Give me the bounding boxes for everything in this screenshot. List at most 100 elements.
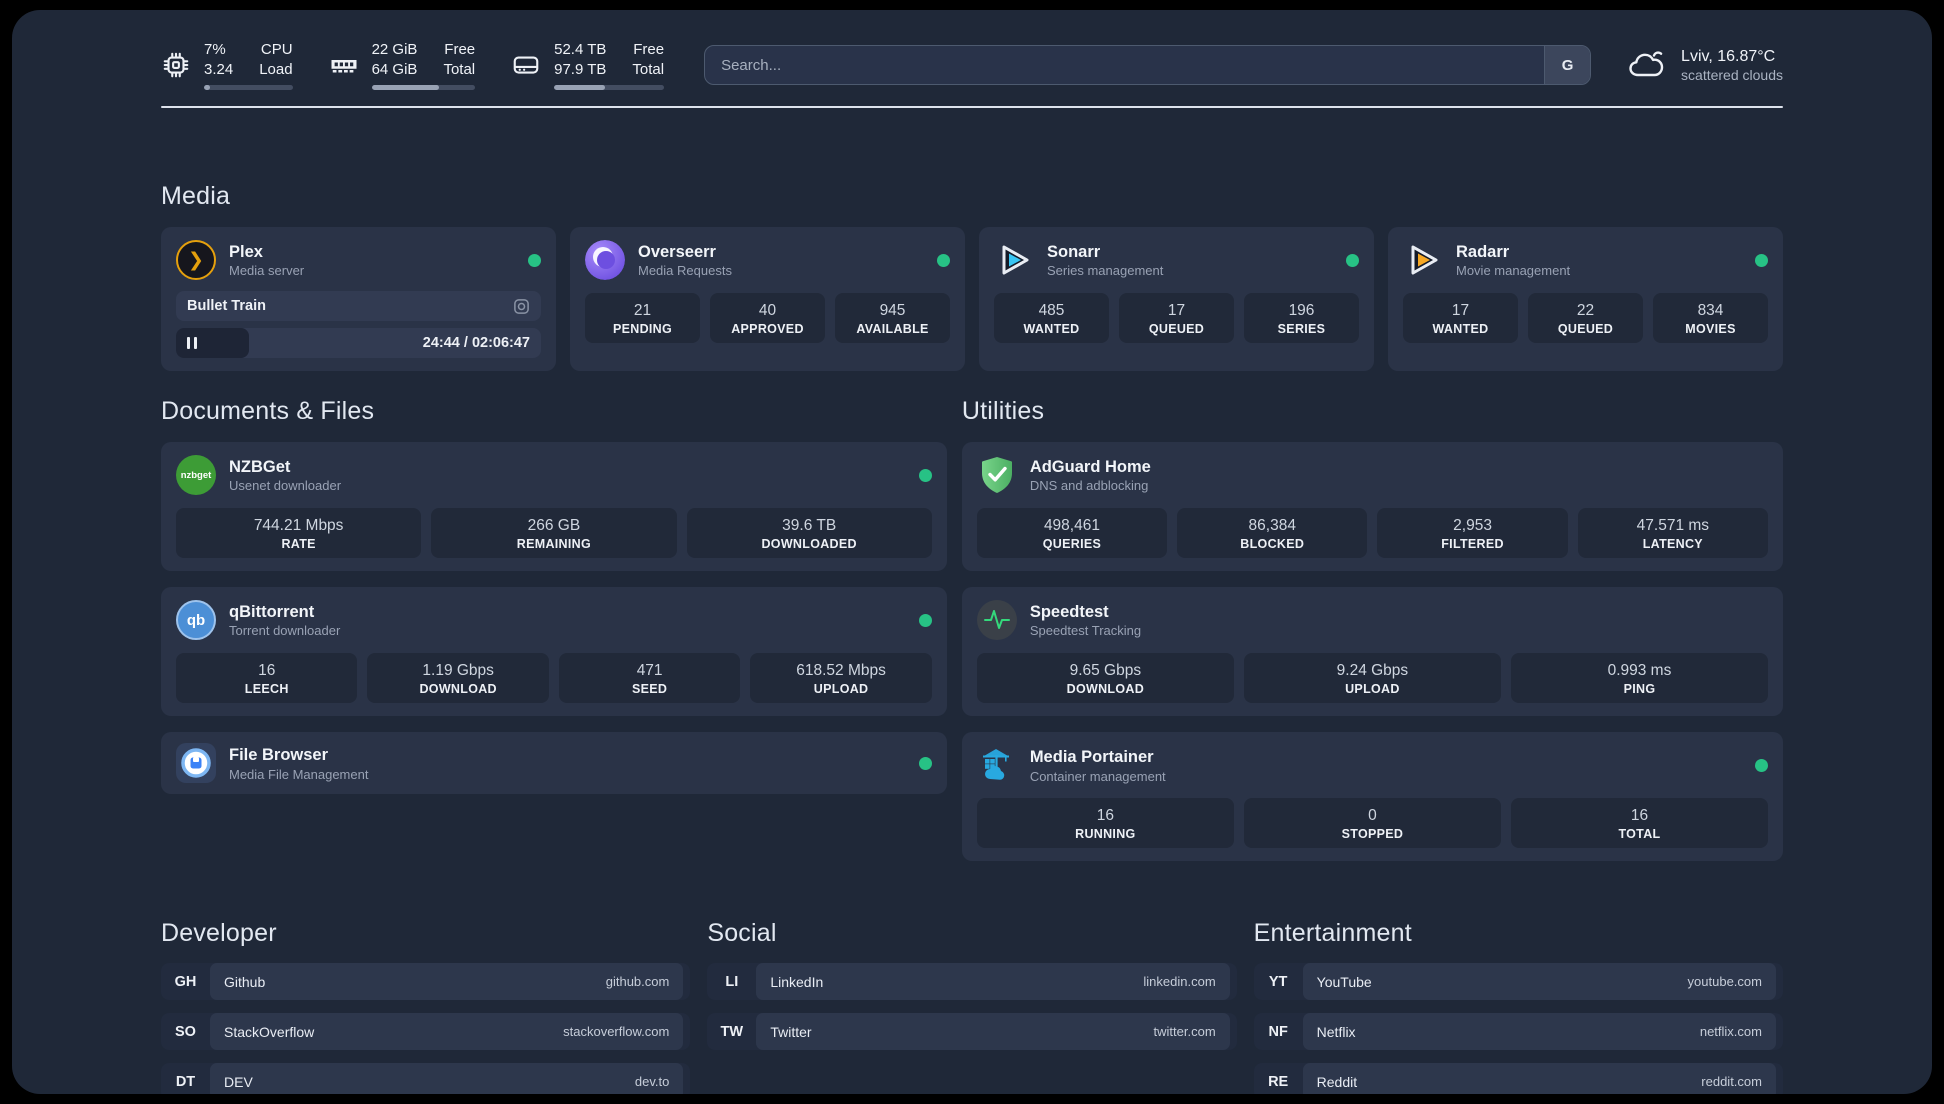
search-engine-button[interactable]: G — [1544, 46, 1591, 84]
stat-tile: 266 GB REMAINING — [431, 508, 677, 559]
stat-label: STOPPED — [1341, 827, 1404, 842]
stat-value: 945 — [879, 302, 906, 319]
service-card-overseerr[interactable]: Overseerr Media Requests 21 PENDING 40 A… — [570, 227, 965, 371]
top-bar: 7% 3.24 CPU Load 22 GiB 64 GiB Free Tota… — [161, 40, 1783, 90]
bookmark-abbr: RE — [1268, 1073, 1289, 1090]
service-card-nzbget[interactable]: nzbget NZBGet Usenet downloader 744.21 M… — [161, 442, 947, 572]
disk-total-label: Total — [632, 60, 665, 78]
dashboard-panel: 7% 3.24 CPU Load 22 GiB 64 GiB Free Tota… — [12, 10, 1932, 1094]
service-subtitle: Media Requests — [638, 263, 732, 279]
stat-tile: 9.65 Gbps DOWNLOAD — [976, 653, 1234, 704]
bookmark-dev[interactable]: DT DEV dev.to — [161, 1063, 691, 1094]
bookmark-abbr: DT — [175, 1073, 196, 1090]
service-card-adguard[interactable]: AdGuard Home DNS and adblocking 498,461 … — [961, 442, 1783, 572]
service-card-filebrowser[interactable]: File Browser Media File Management — [161, 732, 947, 795]
bookmark-linkedin[interactable]: LI LinkedIn linkedin.com — [707, 963, 1237, 1001]
stat-value: 39.6 TB — [782, 517, 837, 534]
service-name: File Browser — [229, 745, 329, 764]
bookmark-stackoverflow[interactable]: SO StackOverflow stackoverflow.com — [161, 1013, 691, 1051]
stat-label: WANTED — [1023, 322, 1080, 337]
pause-icon — [187, 337, 197, 349]
bookmark-github[interactable]: GH Github github.com — [161, 963, 691, 1001]
status-dot — [918, 468, 932, 482]
bookmark-name: Reddit — [1316, 1073, 1358, 1090]
stat-label: QUERIES — [1042, 537, 1102, 552]
bookmark-url: github.com — [605, 974, 670, 990]
stat-value: 16 — [1630, 807, 1649, 825]
bookmark-netflix[interactable]: NF Netflix netflix.com — [1253, 1013, 1783, 1051]
service-card-sonarr[interactable]: Sonarr Series management 485 WANTED 17 Q… — [979, 227, 1374, 371]
service-subtitle: Container management — [1029, 768, 1166, 784]
stat-label: QUEUED — [1148, 322, 1205, 337]
stat-tile: 834 MOVIES — [1653, 293, 1768, 344]
system-resources: 7% 3.24 CPU Load 22 GiB 64 GiB Free Tota… — [161, 40, 665, 90]
weather-widget[interactable]: Lviv, 16.87°C scattered clouds — [1627, 47, 1783, 83]
bookmark-name: Netflix — [1316, 1023, 1356, 1040]
radarr-icon — [1411, 245, 1438, 275]
stat-label: RATE — [281, 537, 316, 552]
stat-label: SEED — [632, 682, 668, 697]
stat-tile: 485 WANTED — [994, 293, 1109, 344]
speedtest-icon — [976, 600, 1017, 641]
bookmark-twitter[interactable]: TW Twitter twitter.com — [707, 1013, 1237, 1051]
weather-condition: scattered clouds — [1681, 67, 1783, 83]
disk-free-value: 52.4 TB — [554, 41, 607, 58]
stat-label: MOVIES — [1685, 322, 1736, 337]
disk-total-value: 97.9 TB — [554, 60, 607, 78]
service-card-speedtest[interactable]: Speedtest Speedtest Tracking 9.65 Gbps D… — [961, 587, 1783, 717]
stat-tile: 196 SERIES — [1244, 293, 1359, 344]
bookmark-abbr: YT — [1268, 973, 1288, 990]
status-dot — [937, 253, 950, 267]
stat-value: 618.52 Mbps — [796, 662, 886, 680]
stat-value: 86,384 — [1248, 517, 1296, 534]
service-subtitle: Movie management — [1456, 263, 1571, 279]
bookmark-url: netflix.com — [1699, 1024, 1762, 1040]
bookmark-abbr: LI — [725, 973, 739, 990]
cpu-resource: 7% 3.24 CPU Load — [161, 40, 293, 90]
weather-location-temp: Lviv, 16.87°C — [1681, 48, 1776, 65]
bookmark-url: dev.to — [634, 1074, 670, 1090]
service-card-portainer[interactable]: Media Portainer Container management 16 … — [961, 732, 1783, 862]
memory-free-value: 22 GiB — [371, 41, 418, 58]
qbittorrent-icon: qb — [176, 600, 216, 641]
nzbget-icon: nzbget — [176, 455, 216, 495]
stat-value: 1.19 Gbps — [422, 662, 494, 680]
stat-tile: 1.19 Gbps DOWNLOAD — [367, 653, 549, 704]
stat-tile: 2,953 FILTERED — [1377, 508, 1568, 559]
stat-label: RUNNING — [1075, 827, 1136, 842]
stat-tile: 498,461 QUERIES — [976, 508, 1168, 559]
stat-label: BLOCKED — [1240, 537, 1305, 552]
service-card-radarr[interactable]: Radarr Movie management 17 WANTED 22 QUE… — [1388, 227, 1783, 371]
stat-label: LEECH — [244, 682, 289, 697]
bookmark-abbr: GH — [174, 973, 197, 990]
stat-tile: 618.52 Mbps UPLOAD — [750, 653, 932, 704]
bookmark-youtube[interactable]: YT YouTube youtube.com — [1253, 963, 1783, 1001]
bookmark-name: LinkedIn — [770, 973, 824, 990]
bookmark-name: DEV — [224, 1073, 253, 1090]
search-input[interactable] — [705, 46, 1545, 84]
portainer-icon — [982, 749, 1009, 781]
bookmark-url: stackoverflow.com — [563, 1024, 670, 1040]
memory-resource: 22 GiB 64 GiB Free Total — [329, 40, 476, 90]
service-card-plex[interactable]: ❯ Plex Media server Bullet Train 24:44 /… — [161, 227, 556, 371]
stat-tile: 0.993 ms PING — [1510, 653, 1768, 704]
stat-value: 16 — [258, 662, 276, 680]
stat-value: 834 — [1697, 302, 1724, 319]
stat-tile: 471 SEED — [558, 653, 741, 704]
status-dot — [1755, 253, 1768, 267]
stat-tile: 9.24 Gbps UPLOAD — [1243, 653, 1501, 704]
stat-label: QUEUED — [1557, 322, 1614, 337]
stat-label: DOWNLOADED — [761, 537, 857, 552]
disk-progress-bar — [554, 85, 665, 90]
filebrowser-icon — [176, 743, 216, 784]
stat-value: 2,953 — [1453, 517, 1492, 534]
bookmark-reddit[interactable]: RE Reddit reddit.com — [1253, 1063, 1783, 1094]
bookmark-url: youtube.com — [1687, 974, 1762, 990]
service-name: Plex — [229, 242, 263, 261]
cpu-icon — [163, 52, 189, 78]
service-card-qbittorrent[interactable]: qb qBittorrent Torrent downloader 16 LEE… — [161, 587, 947, 717]
stat-value: 17 — [1451, 302, 1470, 319]
stat-label: SERIES — [1277, 322, 1326, 337]
stat-value: 22 — [1576, 302, 1595, 319]
sonarr-icon — [1002, 245, 1029, 275]
